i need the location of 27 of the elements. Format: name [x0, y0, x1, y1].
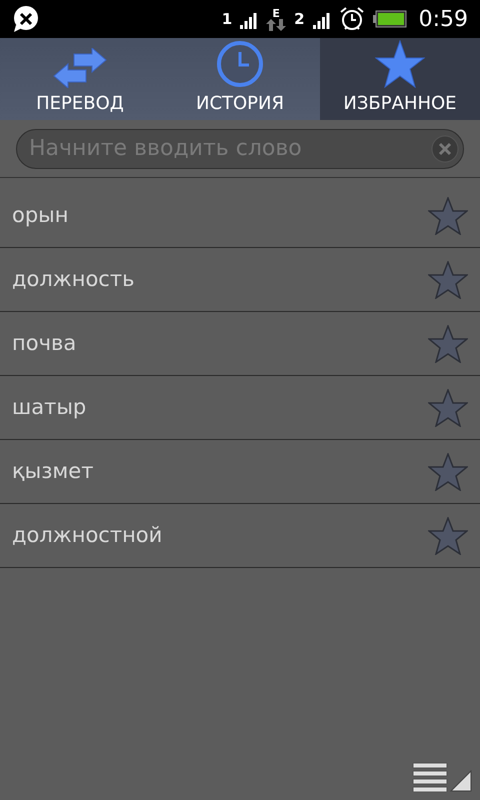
star-icon[interactable] [428, 452, 468, 490]
menu-icon[interactable] [412, 762, 450, 792]
word-item[interactable]: должность [12, 264, 428, 296]
star-icon [375, 40, 425, 88]
word-item[interactable]: орын [12, 200, 428, 232]
clear-icon[interactable] [430, 134, 460, 164]
word-item[interactable]: қызмет [12, 456, 428, 488]
word-item[interactable]: почва [12, 328, 428, 360]
word-item[interactable]: шатыр [12, 392, 428, 424]
sim-label: 1 [222, 8, 232, 30]
alarm-clock-icon [338, 6, 365, 32]
tab[interactable]: ИЗБРАННОЕ [320, 38, 480, 120]
data-arrows-icon [266, 18, 286, 30]
star-icon[interactable] [428, 516, 468, 554]
tab[interactable]: ИСТОРИЯ [160, 38, 320, 120]
clock-time: 0:59 [418, 6, 468, 34]
sim-label: 2 [294, 8, 305, 30]
clock-icon [216, 40, 264, 88]
notification-icon [12, 5, 40, 33]
word-item[interactable]: должностной [12, 520, 428, 552]
network-type: E [272, 8, 280, 18]
star-icon[interactable] [428, 388, 468, 426]
star-icon[interactable] [428, 260, 468, 298]
star-icon[interactable] [428, 196, 468, 234]
resize-corner-icon [450, 770, 472, 792]
battery-icon [372, 10, 407, 28]
star-icon[interactable] [428, 324, 468, 362]
